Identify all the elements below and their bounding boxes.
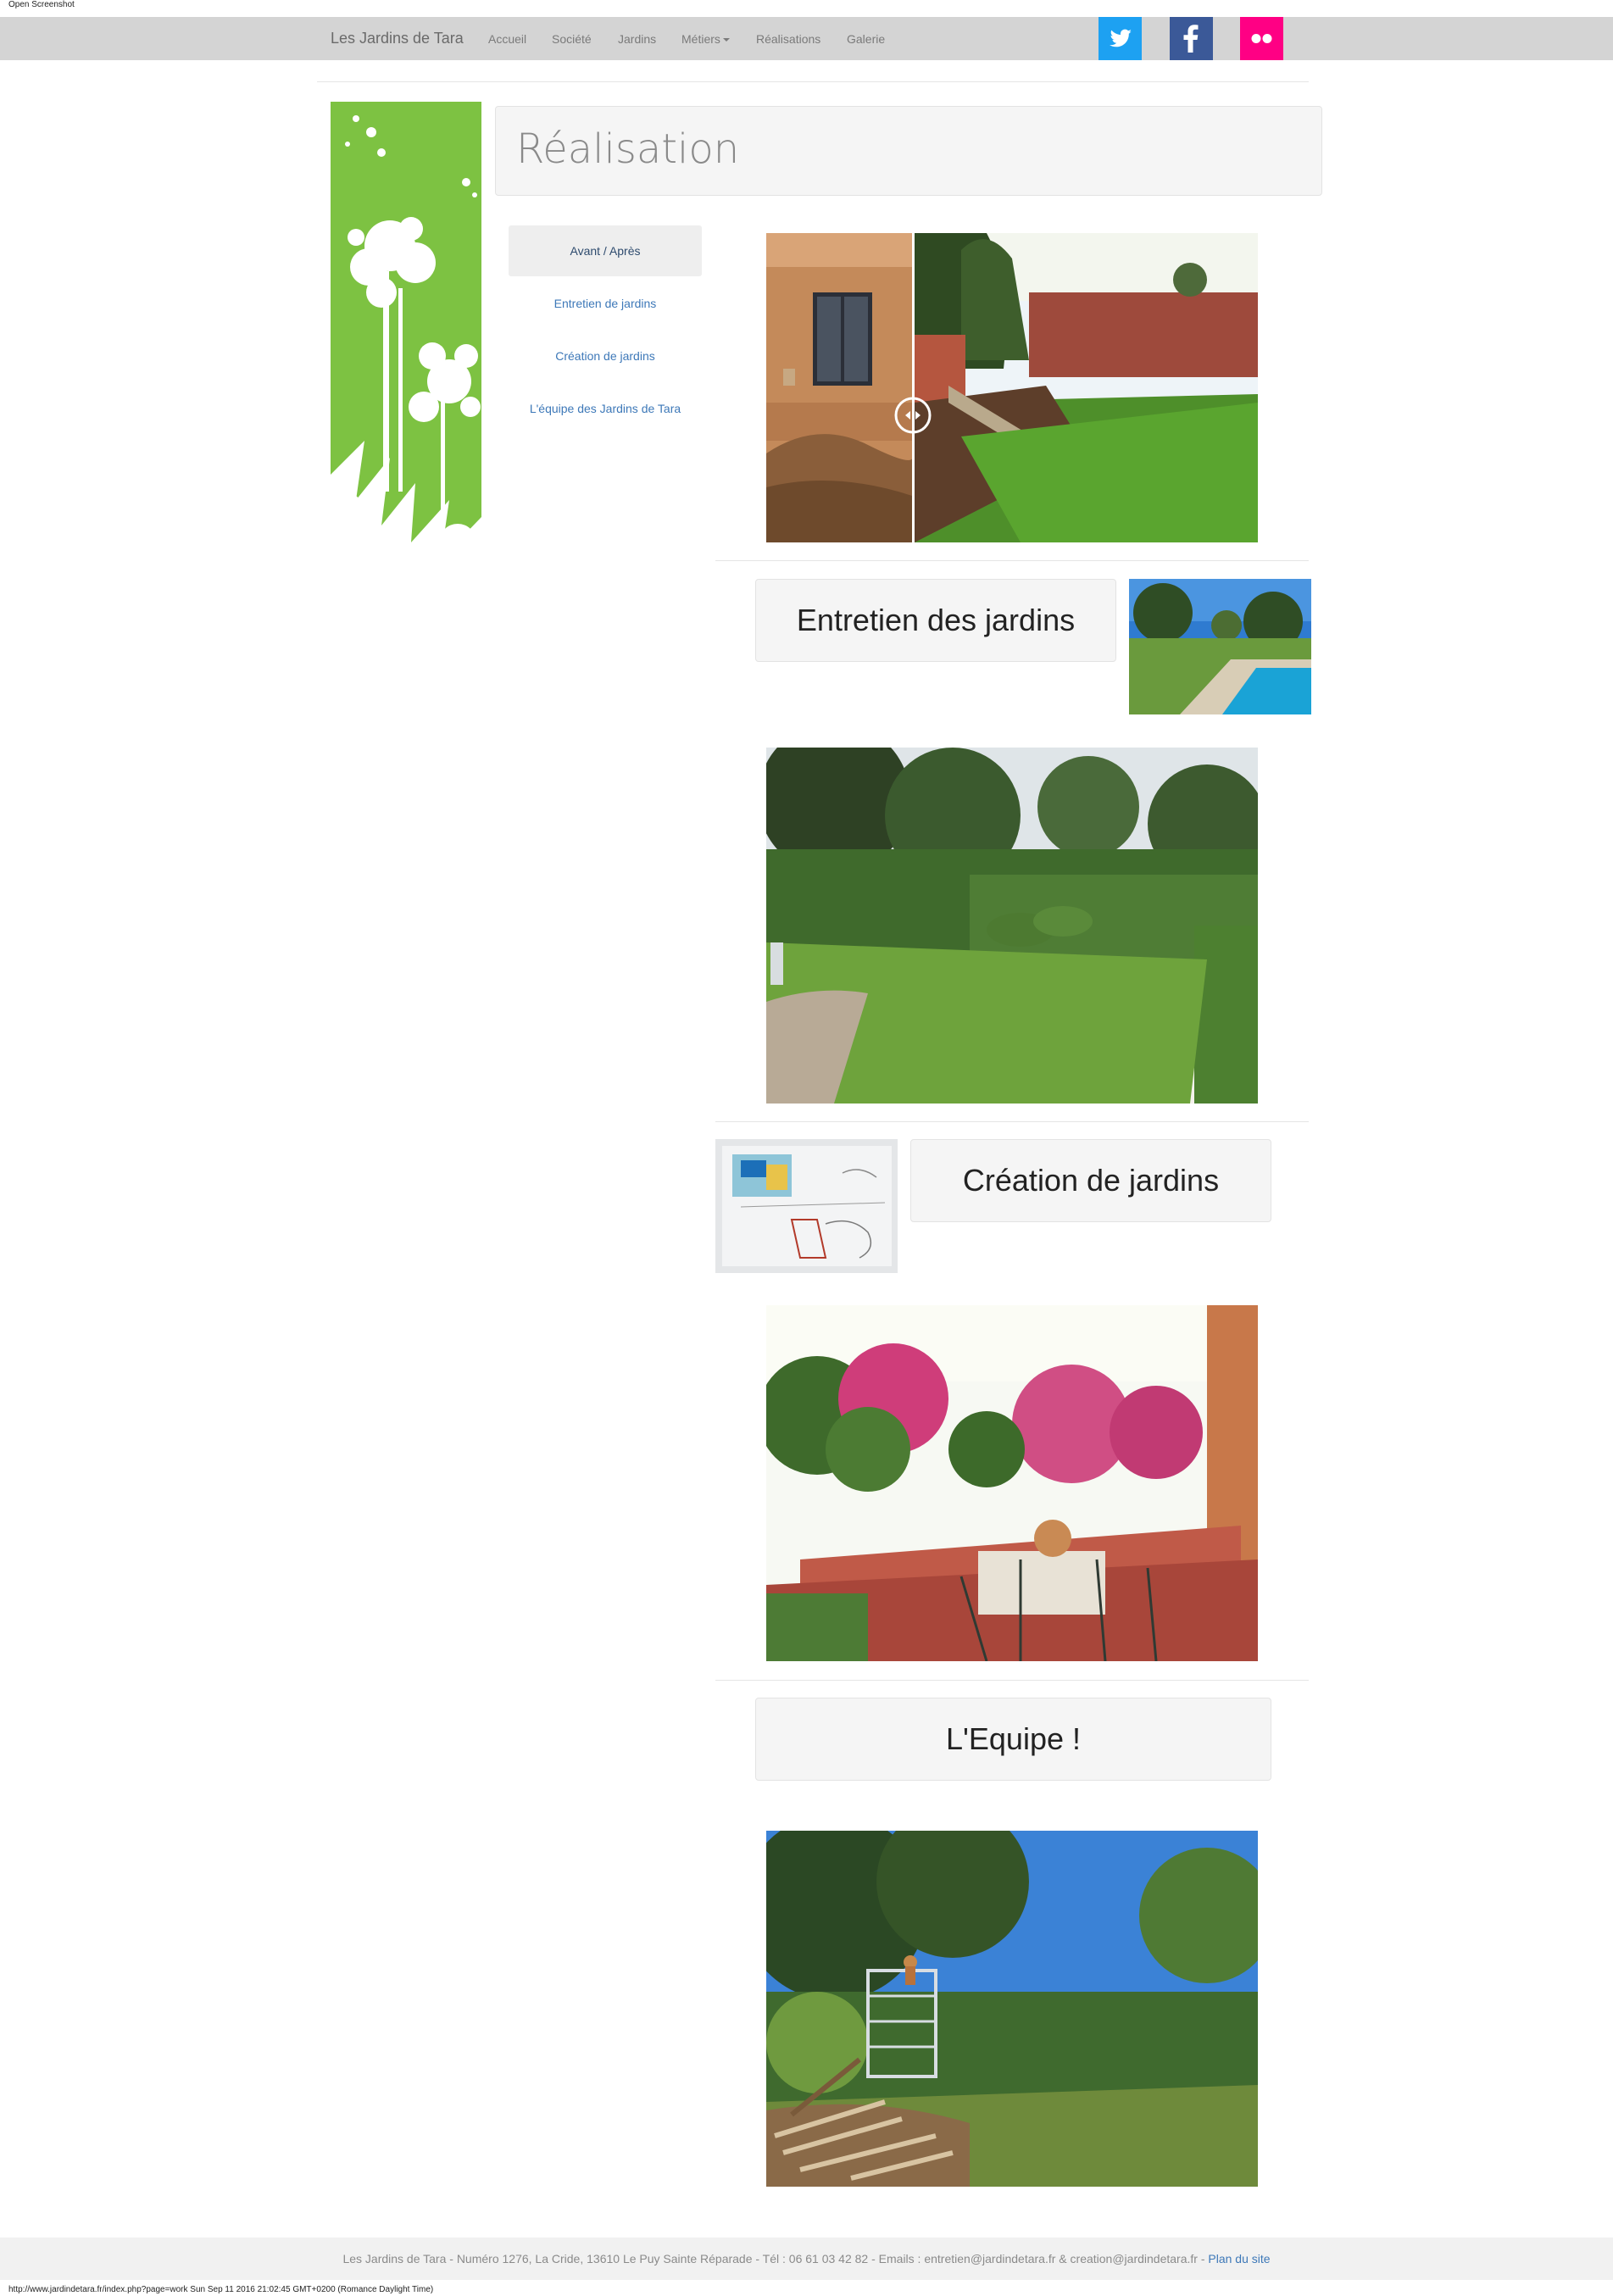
equipe-heading: L'Equipe ! (946, 1721, 1081, 1756)
top-navbar: Les Jardins de Tara Accueil Société Jard… (0, 17, 1613, 60)
footer-text: Les Jardins de Tara - Numéro 1276, La Cr… (342, 2252, 1209, 2265)
subnav-item-avant-apres[interactable]: Avant / Après (509, 225, 702, 276)
entretien-heading-box: Entretien des jardins (755, 579, 1116, 662)
section-divider (715, 560, 1309, 561)
lawn-garden-photo[interactable] (766, 748, 1258, 1104)
twitter-icon[interactable] (1099, 17, 1142, 60)
creation-heading-box: Création de jardins (910, 1139, 1271, 1222)
equipe-heading-box: L'Equipe ! (755, 1698, 1271, 1781)
section-divider (715, 1680, 1309, 1681)
section-subnav: Avant / Après Entretien de jardins Créat… (509, 225, 702, 436)
facebook-icon[interactable] (1170, 17, 1213, 60)
subnav-item-equipe[interactable]: L'équipe des Jardins de Tara (509, 383, 702, 434)
pool-thumbnail[interactable] (1129, 579, 1311, 714)
nav-societe[interactable]: Société (552, 32, 592, 46)
subnav-item-creation[interactable]: Création de jardins (509, 331, 702, 381)
sitemap-link[interactable]: Plan du site (1208, 2252, 1270, 2265)
nav-metiers-dropdown[interactable]: Métiers (681, 32, 730, 46)
brand-link[interactable]: Les Jardins de Tara (331, 30, 464, 47)
nav-galerie[interactable]: Galerie (847, 32, 885, 46)
status-line: http://www.jardindetara.fr/index.php?pag… (8, 2285, 434, 2294)
nav-realisations[interactable]: Réalisations (756, 32, 820, 46)
terrace-flowers-photo[interactable] (766, 1305, 1258, 1661)
subnav-item-entretien[interactable]: Entretien de jardins (509, 278, 702, 329)
page-title-box: Réalisation (495, 106, 1322, 196)
nav-metiers-label: Métiers (681, 32, 720, 46)
caret-down-icon (722, 38, 730, 42)
header-divider (317, 81, 1309, 82)
plan-sketch-thumbnail[interactable] (715, 1139, 898, 1273)
top-caption: Open Screenshot (8, 0, 75, 9)
creation-heading: Création de jardins (962, 1163, 1220, 1198)
page-root: Open Screenshot Les Jardins de Tara Accu… (0, 0, 1613, 2296)
footer: Les Jardins de Tara - Numéro 1276, La Cr… (0, 2238, 1613, 2280)
entretien-heading: Entretien des jardins (796, 603, 1076, 637)
team-work-photo[interactable] (766, 1831, 1258, 2187)
page-title: Réalisation (516, 125, 740, 173)
section-divider (715, 1121, 1309, 1122)
before-after-slider[interactable] (766, 233, 1258, 542)
side-flower-illustration (331, 102, 481, 585)
nav-jardins[interactable]: Jardins (618, 32, 656, 46)
nav-accueil[interactable]: Accueil (488, 32, 526, 46)
flickr-icon[interactable] (1240, 17, 1283, 60)
